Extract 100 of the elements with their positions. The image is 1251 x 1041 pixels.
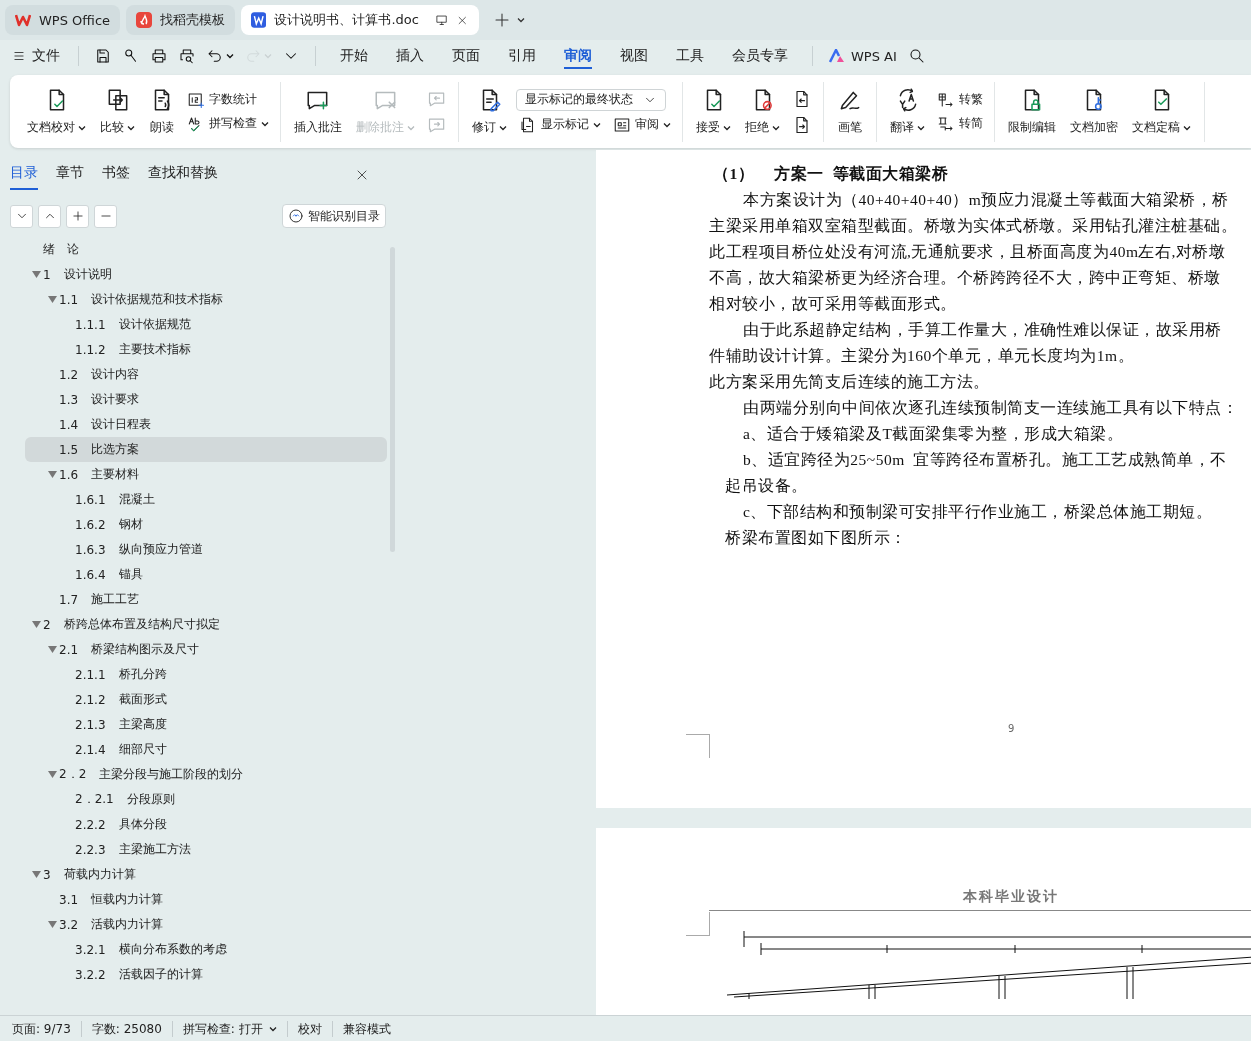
traditional-to-simplified-icon [937, 114, 955, 133]
ribbon-button[interactable]: 转繁 [934, 89, 986, 110]
page-header: 本科毕业设计 [709, 888, 1251, 911]
toc-item[interactable]: 1.2 设计内容 [25, 362, 387, 387]
expand-triangle-icon[interactable] [31, 621, 41, 628]
paragraph-line: 桥梁布置图如下图所示： [725, 529, 907, 546]
ribbon-button[interactable]: 画笔 [832, 85, 868, 138]
remove-button[interactable] [94, 204, 117, 228]
toc-item[interactable]: 绪 论 [25, 237, 387, 262]
plus-icon [70, 209, 85, 223]
ribbon-button[interactable]: 文档校对 [22, 85, 91, 138]
counter-icon [187, 90, 205, 109]
smart-toc-button[interactable]: 智能识别目录 [282, 204, 386, 228]
toc-item[interactable]: 1.6.4 锚具 [25, 562, 387, 587]
document-tab[interactable]: 找稻壳模板 [126, 5, 236, 35]
caret-icon [261, 120, 269, 127]
document-tab[interactable]: 设计说明书、计算书.doc [241, 5, 480, 35]
ribbon-button[interactable]: 修订 [467, 85, 512, 138]
ai-button[interactable]: WPS AI [823, 47, 903, 65]
status-item[interactable]: 字数: 25080 [91, 1020, 172, 1038]
toc-item[interactable]: 1.4 设计日程表 [25, 412, 387, 437]
corner-mark [686, 912, 710, 936]
caret-icon [723, 124, 731, 131]
toc-item[interactable]: 2．2 主梁分段与施工阶段的划分 [25, 762, 387, 787]
ribbon-button[interactable]: 文档加密 [1065, 85, 1123, 138]
caret-icon [499, 124, 507, 131]
toc-item[interactable]: 1.5 比选方案 [25, 437, 387, 462]
caret-icon [1183, 124, 1191, 131]
ribbon-button[interactable]: 文档定稿 [1127, 85, 1196, 138]
ribbon-tab[interactable]: 工具 [662, 40, 718, 72]
ribbon-button[interactable]: 显示标记 [516, 114, 604, 135]
toc-item[interactable]: 3.2 活载内力计算 [25, 912, 387, 937]
toc-item[interactable]: 3.1 恒载内力计算 [25, 887, 387, 912]
toc-item[interactable]: 1.1.1 设计依据规范 [25, 312, 387, 337]
toc-item[interactable]: 1 设计说明 [25, 262, 387, 287]
paragraph-line: 起吊设备。 [725, 477, 808, 494]
monitor-icon [434, 13, 449, 27]
ribbon-tab[interactable]: 视图 [606, 40, 662, 72]
markup-dropdown[interactable]: 显示标记的最终状态 [516, 88, 666, 111]
paragraph-line: 不高，故大箱梁桥更为经济合理。个桥跨跨径不大，跨中正弯矩、桥墩 [709, 269, 1221, 286]
toc-item[interactable]: 2.2.3 主梁施工方法 [25, 837, 387, 862]
ribbon-tab[interactable]: 插入 [382, 40, 438, 72]
expand-triangle-icon[interactable] [47, 471, 57, 478]
status-item[interactable]: 拼写检查: 打开 [182, 1020, 287, 1038]
nav-tab[interactable]: 书签 [102, 160, 130, 190]
ribbon-button[interactable]: 拒绝 [740, 85, 785, 138]
ribbon-button[interactable]: 审阅 [610, 114, 674, 135]
ribbon-tab[interactable]: 引用 [494, 40, 550, 72]
ribbon-tab[interactable]: 审阅 [550, 40, 606, 72]
caret-icon [917, 124, 925, 131]
toc-item[interactable]: 1.6 主要材料 [25, 462, 387, 487]
ribbon-button[interactable]: 转简 [934, 113, 986, 134]
paragraph-line: 由于此系超静定结构，手算工作量大，准确性难以保证，故采用桥 [743, 321, 1222, 338]
paragraph-line: 件辅助设计计算。主梁分为160个单元，单元长度均为1m。 [709, 347, 1135, 364]
ribbon-button[interactable]: 插入批注 [289, 85, 347, 138]
expand-triangle-icon[interactable] [31, 271, 41, 278]
status-item[interactable]: 页面: 9/73 [12, 1020, 81, 1038]
toc-item[interactable]: 2.1 桥梁结构图示及尺寸 [25, 637, 387, 662]
toc-item[interactable]: 2.1.2 截面形式 [25, 687, 387, 712]
ribbon-tab[interactable]: 页面 [438, 40, 494, 72]
toc-item[interactable]: 2.2.2 具体分段 [25, 812, 387, 837]
ribbon-button[interactable]: 朗读 [144, 85, 180, 138]
toc-item[interactable]: 3.2.2 活载因子的计算 [25, 962, 387, 987]
toc-item[interactable]: 2 桥跨总体布置及结构尺寸拟定 [25, 612, 387, 637]
nav-tab[interactable]: 章节 [56, 160, 84, 190]
ribbon-button[interactable]: 翻译 [885, 85, 930, 138]
toc-item[interactable]: 1.1.2 主要技术指标 [25, 337, 387, 362]
ribbon-tab[interactable]: 开始 [326, 40, 382, 72]
expand-triangle-icon[interactable] [47, 646, 57, 653]
toc-item[interactable]: 3 荷载内力计算 [25, 862, 387, 887]
ribbon-button[interactable]: 字数统计 [184, 89, 260, 110]
search-icon [907, 47, 926, 65]
status-item[interactable]: 兼容模式 [342, 1020, 401, 1038]
ribbon-button[interactable]: 拼写检查 [184, 113, 272, 134]
paragraph-line: 主梁采用单箱双室箱型截面。桥墩为实体式桥墩。采用钻孔灌注桩基础。 [709, 217, 1237, 234]
status-item[interactable]: 校对 [297, 1020, 332, 1038]
toc-item[interactable]: 1.1 设计依据规范和技术指标 [25, 287, 387, 312]
nav-tab[interactable]: 查找和替换 [148, 160, 218, 190]
toc-item[interactable]: 2.1.1 桥孔分跨 [25, 662, 387, 687]
toc-item[interactable]: 1.6.1 混凝土 [25, 487, 387, 512]
document-tab[interactable]: WPS Office [5, 5, 121, 35]
toc-item[interactable]: 2．2.1 分段原则 [25, 787, 387, 812]
add-button[interactable] [66, 204, 89, 228]
ribbon-button[interactable]: 限制编辑 [1003, 85, 1061, 138]
nav-tab[interactable]: 目录 [10, 160, 38, 190]
expand-triangle-icon[interactable] [47, 771, 57, 778]
toc-item[interactable]: 2.1.4 细部尺寸 [25, 737, 387, 762]
ribbon-button[interactable]: 接受 [691, 85, 736, 138]
toc-item[interactable]: 1.3 设计要求 [25, 387, 387, 412]
expand-triangle-icon[interactable] [47, 296, 57, 303]
toc-item[interactable]: 2.1.3 主梁高度 [25, 712, 387, 737]
ribbon-tab[interactable]: 会员专享 [718, 40, 802, 72]
file-menu[interactable]: 文件 [12, 47, 68, 65]
toc-item[interactable]: 1.6.2 钢材 [25, 512, 387, 537]
toc-item[interactable]: 1.7 施工工艺 [25, 587, 387, 612]
toc-item[interactable]: 3.2.1 横向分布系数的考虑 [25, 937, 387, 962]
expand-triangle-icon[interactable] [31, 871, 41, 878]
expand-triangle-icon[interactable] [47, 921, 57, 928]
toc-item[interactable]: 1.6.3 纵向预应力管道 [25, 537, 387, 562]
ribbon-button[interactable]: 比较 [95, 85, 140, 138]
